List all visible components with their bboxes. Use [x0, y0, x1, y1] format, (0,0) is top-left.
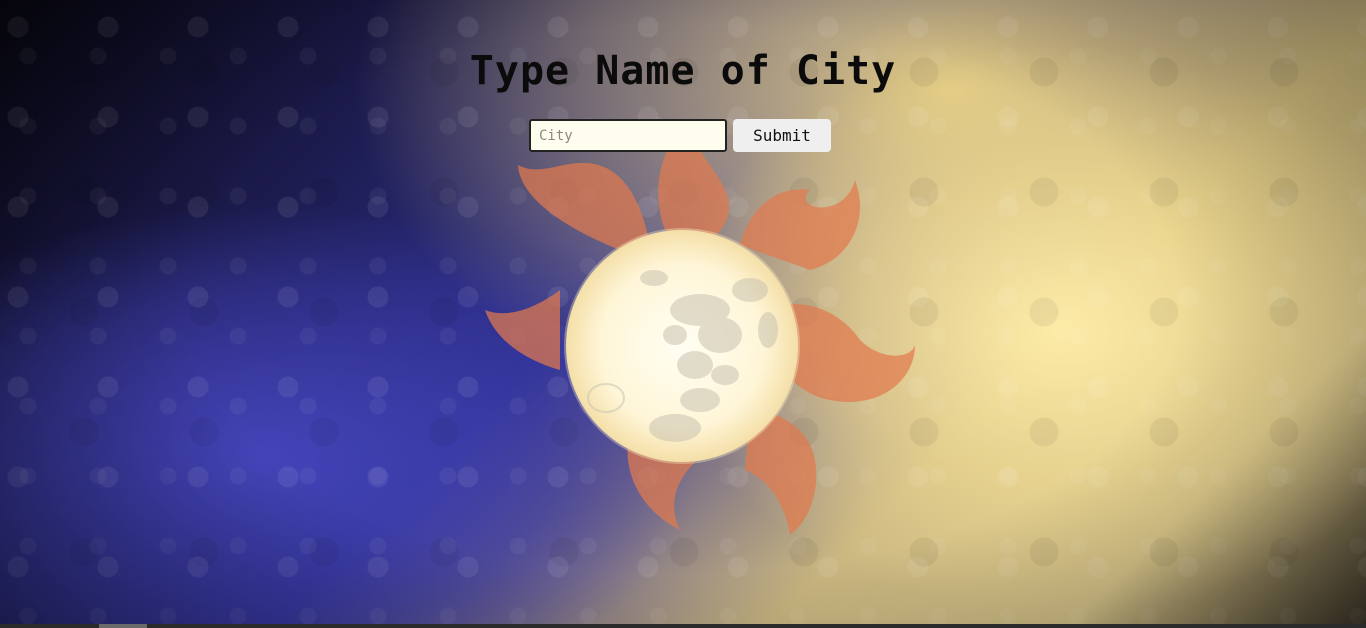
submit-button[interactable]: Submit — [733, 119, 831, 152]
horizontal-scrollbar[interactable] — [0, 624, 1366, 628]
scrollbar-thumb[interactable] — [99, 624, 147, 628]
sun-moon-emblem — [485, 120, 915, 535]
city-input[interactable] — [529, 119, 727, 152]
city-search-form: Submit — [529, 119, 831, 152]
page-title: Type Name of City — [469, 48, 897, 94]
